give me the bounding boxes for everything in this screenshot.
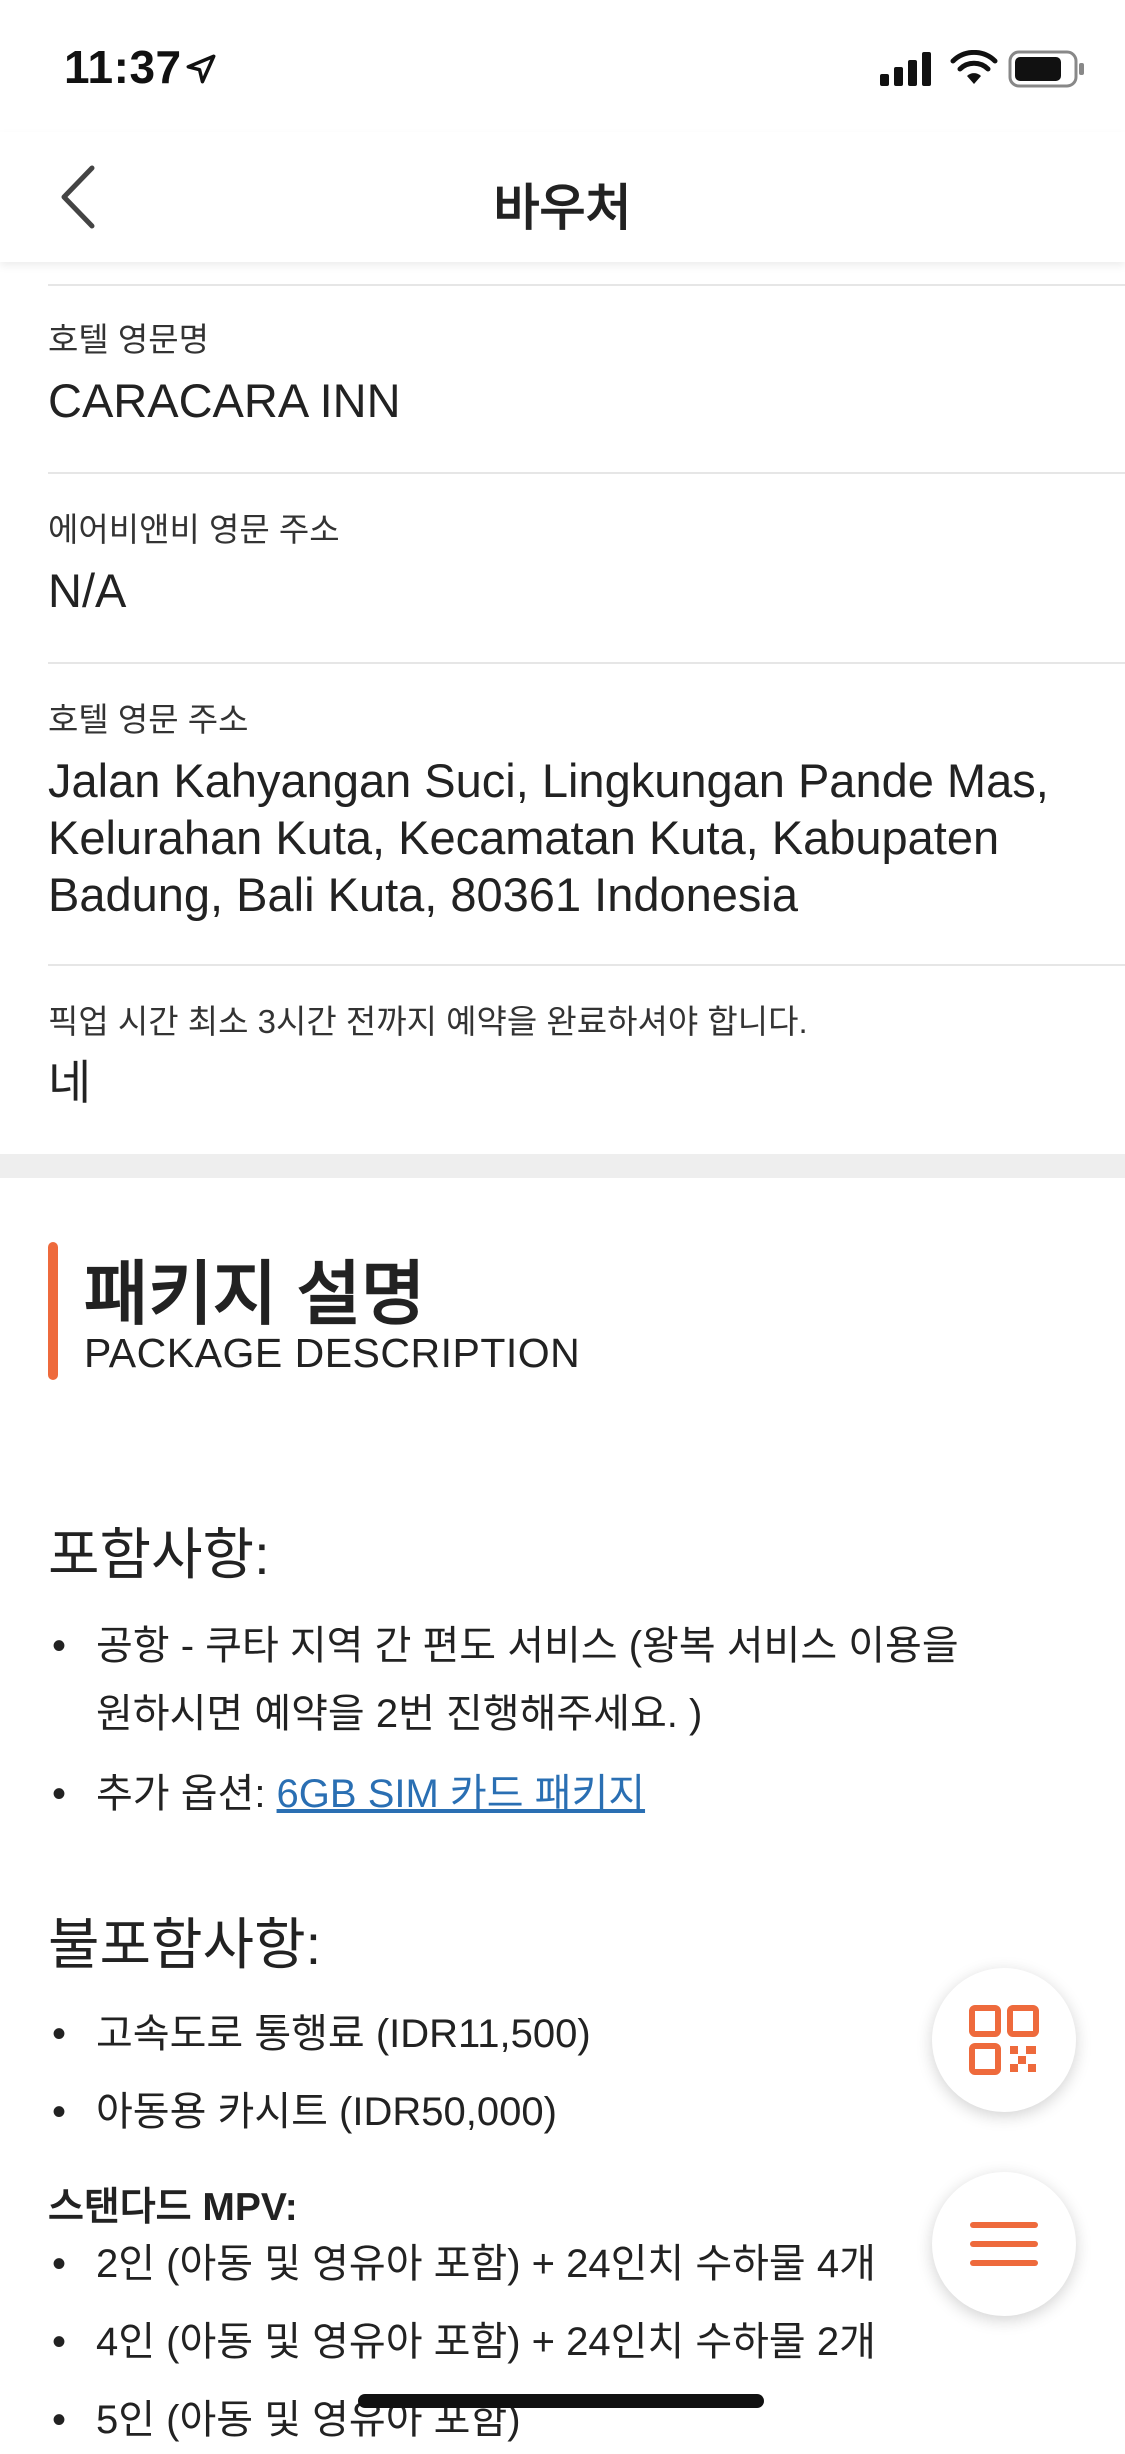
field-label: 에어비앤비 영문 주소: [48, 511, 340, 548]
list-item-text: 공항 - 쿠타 지역 간 편도 서비스 (왕복 서비스 이용을 원하시면 예약을…: [96, 1624, 959, 1736]
list-item: 아동용 카시트 (IDR50,000): [48, 2078, 1005, 2146]
sim-card-package-link[interactable]: 6GB SIM 카드 패키지: [277, 1772, 646, 1816]
section-accent-bar: [48, 1242, 58, 1380]
package-subtitle: PACKAGE DESCRIPTION: [84, 1330, 581, 1376]
field-value: N/A: [48, 564, 127, 617]
divider: [48, 964, 1125, 966]
field-value: Jalan Kahyangan Suci, Lingkungan Pande M…: [48, 754, 1049, 921]
status-bar: 11:37: [0, 0, 1125, 132]
cellular-signal-icon: [880, 52, 931, 86]
field-value: 네: [48, 1056, 92, 1109]
list-item: 4인 (아동 및 영유아 포함) + 24인치 수하물 2개: [48, 2308, 1005, 2376]
status-time: 11:37: [64, 41, 182, 93]
list-item-text: 2인 (아동 및 영유아 포함) + 24인치 수하물 4개: [96, 2242, 876, 2286]
home-indicator[interactable]: [358, 2394, 764, 2408]
list-item: 고속도로 통행료 (IDR11,500): [48, 2000, 1005, 2068]
field-pickup-notice: 픽업 시간 최소 3시간 전까지 예약을 완료하셔야 합니다. 네: [48, 1000, 1125, 1111]
divider: [48, 284, 1125, 286]
list-item: 공항 - 쿠타 지역 간 편도 서비스 (왕복 서비스 이용을 원하시면 예약을…: [48, 1612, 1005, 1748]
list-item: 2인 (아동 및 영유아 포함) + 24인치 수하물 4개: [48, 2230, 1005, 2298]
divider: [48, 662, 1125, 664]
list-item: 추가 옵션: 6GB SIM 카드 패키지: [48, 1760, 1005, 1828]
field-hotel-english-name: 호텔 영문명 CARACARA INN: [48, 318, 1125, 429]
field-label: 픽업 시간 최소 3시간 전까지 예약을 완료하셔야 합니다.: [48, 1003, 808, 1040]
excluded-heading: 불포함사항:: [48, 1913, 322, 1976]
included-heading: 포함사항:: [48, 1523, 270, 1586]
menu-button[interactable]: [932, 2172, 1076, 2316]
field-hotel-english-address: 호텔 영문 주소 Jalan Kahyangan Suci, Lingkunga…: [48, 698, 1085, 923]
location-arrow-icon: [186, 54, 216, 84]
qr-code-button[interactable]: [932, 1968, 1076, 2112]
menu-icon: [970, 2222, 1038, 2266]
divider: [48, 472, 1125, 474]
field-airbnb-english-address: 에어비앤비 영문 주소 N/A: [48, 508, 1125, 619]
page-title: 바우처: [493, 180, 632, 236]
field-value: CARACARA INN: [48, 374, 401, 427]
qr-code-icon: [969, 2005, 1039, 2075]
nav-bar: 바우처: [0, 132, 1125, 262]
list-item-prefix: 추가 옵션:: [96, 1772, 277, 1816]
package-title: 패키지 설명: [84, 1255, 426, 1333]
list-item-text: 고속도로 통행료 (IDR11,500): [96, 2012, 591, 2056]
section-divider: [0, 1154, 1125, 1178]
battery-icon: [1008, 50, 1084, 88]
field-label: 호텔 영문 주소: [48, 701, 249, 738]
list-item-text: 4인 (아동 및 영유아 포함) + 24인치 수하물 2개: [96, 2320, 876, 2364]
wifi-icon: [950, 50, 998, 84]
mpv-heading: 스탠다드 MPV:: [48, 2186, 298, 2229]
list-item-text: 아동용 카시트 (IDR50,000): [96, 2090, 557, 2134]
field-label: 호텔 영문명: [48, 321, 209, 358]
